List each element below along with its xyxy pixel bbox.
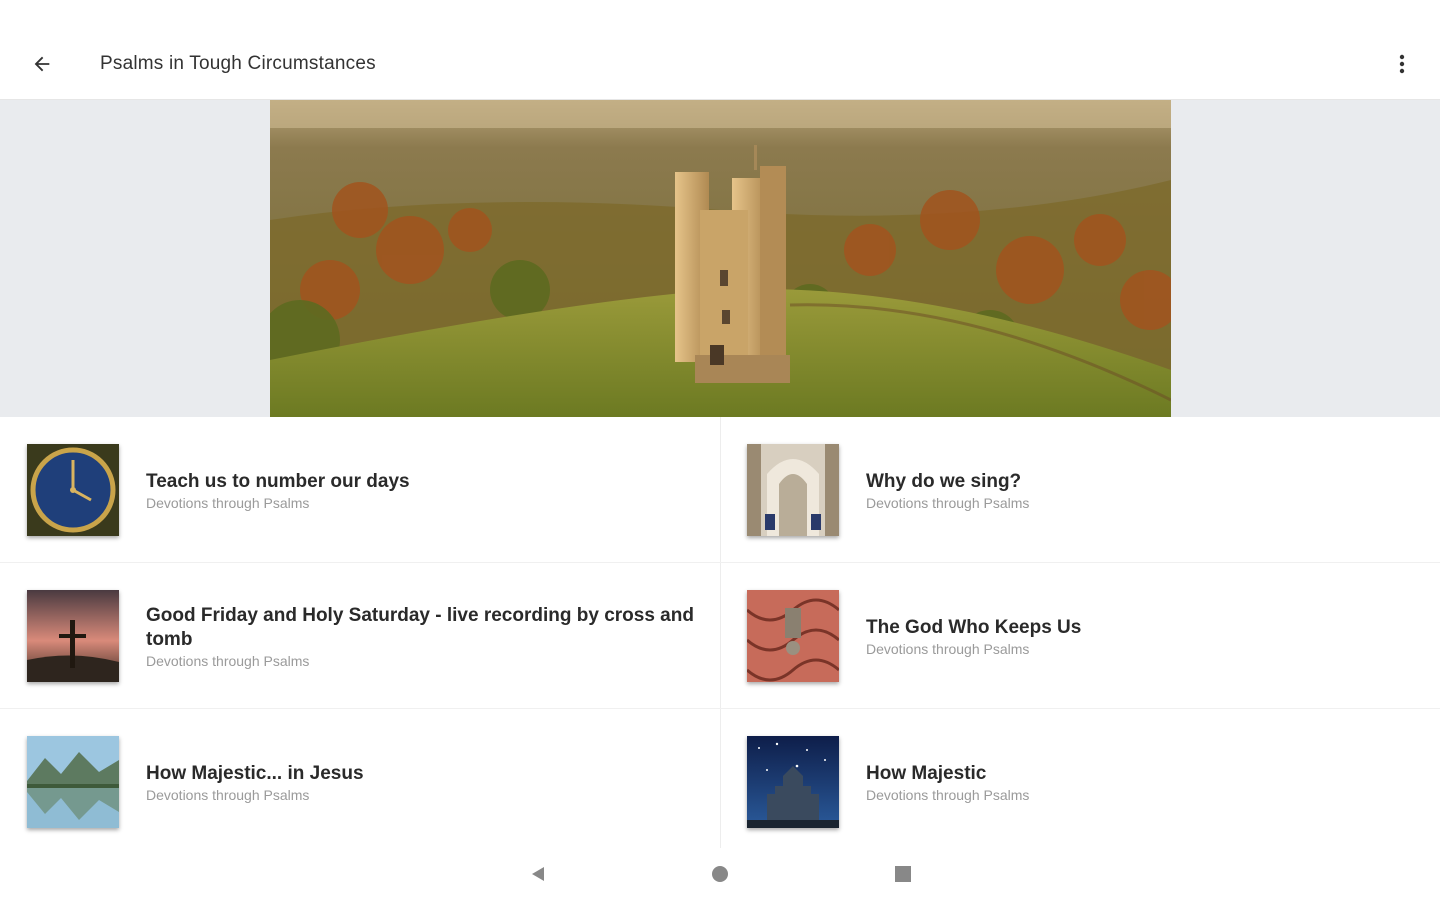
- nav-back-triangle-icon: [532, 867, 544, 881]
- more-vert-icon: [1399, 54, 1405, 74]
- list-item[interactable]: Teach us to number our days Devotions th…: [0, 417, 720, 563]
- list-item[interactable]: Why do we sing? Devotions through Psalms: [720, 417, 1440, 563]
- arrow-back-icon: [34, 56, 50, 71]
- nav-home-button[interactable]: [708, 862, 732, 886]
- status-bar: [0, 0, 1440, 28]
- thumbnail-cross-sunset: [27, 590, 119, 682]
- item-title: Teach us to number our days: [146, 470, 410, 492]
- item-subtitle: Devotions through Psalms: [146, 786, 310, 803]
- hero-band: [0, 100, 1440, 417]
- item-subtitle: Devotions through Psalms: [866, 494, 1030, 511]
- item-subtitle: Devotions through Psalms: [146, 652, 310, 669]
- nav-recents-square-icon: [895, 866, 911, 882]
- item-title: Good Friday and Holy Saturday - live rec…: [146, 604, 694, 650]
- item-subtitle: Devotions through Psalms: [866, 786, 1030, 803]
- item-title: The God Who Keeps Us: [866, 616, 1082, 638]
- thumbnail-clock-face: [27, 444, 119, 536]
- thumbnail-cathedral-interior: [747, 444, 839, 536]
- app-bar: Psalms in Tough Circumstances: [0, 28, 1440, 100]
- item-subtitle: Devotions through Psalms: [146, 494, 310, 511]
- item-title: Why do we sing?: [866, 470, 1022, 492]
- list-item[interactable]: The God Who Keeps Us Devotions through P…: [720, 563, 1440, 709]
- list-item[interactable]: Good Friday and Holy Saturday - live rec…: [0, 563, 720, 709]
- overflow-menu-button[interactable]: [1382, 44, 1422, 84]
- item-title: How Majestic: [866, 762, 987, 784]
- list-item[interactable]: How Majestic... in Jesus Devotions throu…: [0, 709, 720, 855]
- item-title: How Majestic... in Jesus: [146, 762, 364, 784]
- nav-back-button[interactable]: [526, 862, 550, 886]
- list-item[interactable]: How Majestic Devotions through Psalms: [720, 709, 1440, 855]
- page-title: Psalms in Tough Circumstances: [100, 52, 376, 74]
- item-subtitle: Devotions through Psalms: [866, 640, 1030, 657]
- thumbnail-mountain-lake: [27, 736, 119, 828]
- nav-recents-button[interactable]: [891, 862, 915, 886]
- back-button[interactable]: [22, 44, 62, 84]
- system-nav-bar: [0, 848, 1440, 900]
- nav-home-circle-icon: [712, 866, 728, 882]
- hero-image: [270, 100, 1171, 417]
- devotion-grid: Teach us to number our days Devotions th…: [0, 417, 1440, 853]
- thumbnail-door-lock: [747, 590, 839, 682]
- thumbnail-castle-night-sky: [747, 736, 839, 828]
